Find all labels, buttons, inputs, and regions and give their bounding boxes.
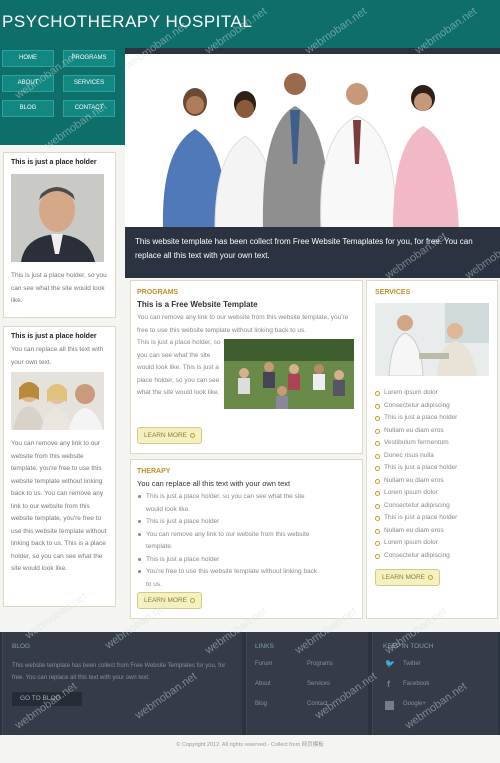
footer-keep-in-touch-heading: KEEP IN TOUCH [383, 643, 434, 650]
therapy-subtitle: You can replace all this text with your … [137, 479, 291, 488]
man-portrait-photo [11, 174, 104, 262]
footer-blog-text: This website template has been collect f… [12, 663, 226, 681]
footer-link-blog[interactable]: Blog [255, 701, 267, 707]
footer-link-forum[interactable]: Forum [255, 661, 272, 667]
sidebar-box-1: This is just a place holder This is just… [3, 152, 116, 318]
list-item: Lorem ipsum dolor [375, 387, 495, 400]
programs-learn-more-button[interactable]: LEARN MORE [137, 427, 202, 444]
social-google-plus-link[interactable]: Google+ [403, 701, 426, 707]
list-item: Consectetur adipiscing [375, 400, 495, 413]
therapy-heading: THERAPY [137, 468, 171, 475]
footer-keep-in-touch: KEEP IN TOUCH 🐦 Twitter f Facebook Googl… [372, 632, 498, 735]
list-item: Nullam eu diam eros [375, 425, 495, 438]
nav-blog[interactable]: BLOG [2, 100, 54, 117]
site-header: PSYCHOTHERAPY HOSPITAL [0, 0, 500, 48]
list-item: This is just a place holder [137, 554, 321, 567]
main-nav: HOME PROGRAMS ABOUT SERVICES BLOG CONTAC… [0, 48, 125, 145]
nav-programs[interactable]: PROGRAMS [63, 50, 115, 67]
services-list: Lorem ipsum dolor Consectetur adipiscing… [375, 387, 495, 562]
list-item: Lorem ipsum dolor [375, 487, 495, 500]
footer: BLOG This website template has been coll… [0, 632, 500, 735]
services-panel: SERVICES Lorem ipsum dolor Consectetur a… [366, 280, 498, 619]
list-item: This is just a place holder [375, 512, 495, 525]
list-item: This is just a place holder [375, 462, 495, 475]
list-item: This is just a place holder, so you can … [137, 491, 321, 516]
nav-services[interactable]: SERVICES [63, 75, 115, 92]
footer-links-heading: LINKS [255, 643, 274, 650]
arrow-circle-icon [189, 432, 195, 438]
hero-caption: This website template has been collect f… [125, 227, 500, 278]
social-facebook-link[interactable]: Facebook [403, 681, 429, 687]
nav-home[interactable]: HOME [2, 50, 54, 67]
footer-link-programs[interactable]: Programs [307, 661, 333, 667]
sidebar-box-1-text: This is just a place holder, so you can … [11, 272, 107, 304]
programs-text-1: You can remove any link to our website f… [137, 314, 349, 334]
sidebar-box-2: This is just a place holder You can repl… [3, 326, 116, 607]
group-photo [11, 372, 104, 430]
services-heading: SERVICES [375, 289, 411, 296]
facebook-icon: f [387, 679, 390, 689]
list-item: Donec risus nulla [375, 450, 495, 463]
list-item: Nullam eu diam eros [375, 475, 495, 488]
arrow-circle-icon [189, 597, 195, 603]
list-item: Lorem ipsum dolor [375, 537, 495, 550]
go-to-blog-button[interactable]: GO TO BLOG [12, 692, 82, 706]
sidebar-box-2-title: This is just a place holder [11, 333, 97, 340]
services-learn-more-button[interactable]: LEARN MORE [375, 569, 440, 586]
google-plus-icon [385, 701, 394, 710]
footer-blog-heading: BLOG [12, 643, 31, 650]
therapy-learn-more-button[interactable]: LEARN MORE [137, 592, 202, 609]
therapy-panel: THERAPY You can replace all this text wi… [130, 459, 363, 619]
programs-heading: PROGRAMS [137, 289, 179, 296]
list-item: You're free to use this website template… [137, 566, 321, 591]
nav-contact[interactable]: CONTACT [63, 100, 115, 117]
sidebar-box-2-text: You can remove any link to our website f… [11, 440, 107, 572]
list-item: Vestibulum fermentum [375, 437, 495, 450]
footer-blog: BLOG This website template has been coll… [2, 632, 242, 735]
copyright: © Copyright 2012. All rights reserved - … [176, 742, 324, 748]
programs-panel: PROGRAMS This is a Free Website Template… [130, 280, 363, 454]
sidebar-box-1-title: This is just a place holder [11, 159, 97, 166]
consultation-photo [375, 303, 489, 376]
social-twitter-link[interactable]: Twitter [403, 661, 421, 667]
twitter-icon: 🐦 [385, 659, 395, 668]
therapy-list: This is just a place holder, so you can … [137, 491, 321, 591]
list-item: You can remove any link to our website f… [137, 529, 321, 554]
footer-link-services[interactable]: Services [307, 681, 330, 687]
list-item: This is just a place holder [375, 412, 495, 425]
footer-links: LINKS Forum Programs About Services Blog… [246, 632, 368, 735]
list-item: Nullam eu diam eros [375, 525, 495, 538]
nav-about[interactable]: ABOUT [2, 75, 54, 92]
list-item: Consectetur adipiscing [375, 500, 495, 513]
programs-subtitle: This is a Free Website Template [137, 300, 258, 309]
sidebar-box-2-intro: You can replace all this text with your … [11, 346, 104, 366]
list-item: Consectetur adipiscing [375, 550, 495, 563]
site-title[interactable]: PSYCHOTHERAPY HOSPITAL [2, 12, 252, 32]
footer-link-about[interactable]: About [255, 681, 271, 687]
footer-link-contact[interactable]: Contact [307, 701, 328, 707]
therapy-group-photo [224, 339, 354, 409]
programs-text-2: This is just a place holder, so you can … [137, 339, 221, 396]
list-item: This is just a place holder [137, 516, 321, 529]
arrow-circle-icon [427, 574, 433, 580]
